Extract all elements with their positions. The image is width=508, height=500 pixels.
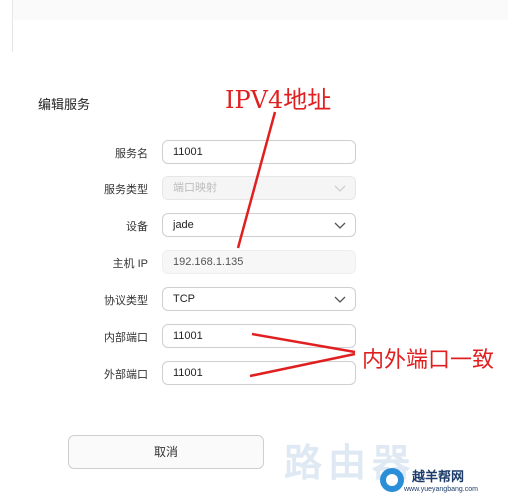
watermark-url: www.yueyangbang.com	[404, 486, 478, 493]
watermark-brand: 越羊帮网	[412, 469, 465, 484]
annotation-ipv4: IPV4地址	[225, 86, 332, 114]
annotation-arrows	[236, 111, 356, 378]
external-port-pointer-line	[249, 352, 356, 378]
annotation-ports: 内外端口一致	[362, 348, 495, 373]
watermark-logo-icon	[380, 468, 404, 492]
ipv4-pointer-line	[236, 111, 277, 249]
watermark-logo: 越羊帮网 www.yueyangbang.com	[376, 462, 504, 498]
internal-port-pointer-line	[251, 332, 356, 354]
